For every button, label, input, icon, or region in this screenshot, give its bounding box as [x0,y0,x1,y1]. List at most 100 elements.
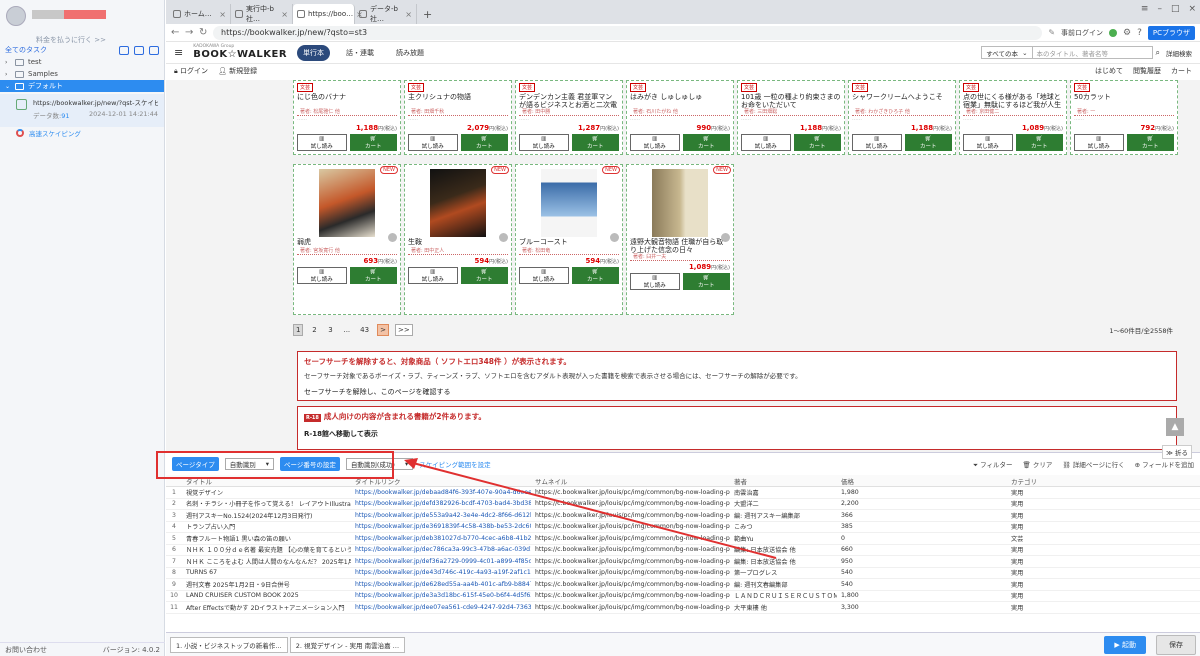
table-cell[interactable]: https://bookwalker.jp/dec786ca3a-99c3-47… [351,546,531,553]
product-card[interactable]: 文芸 にじ色のバナナ 著者: 松尾雅仁 他…… 1,188円(税込) ▥ 試し読み 🛒︎ カー… [293,80,401,155]
last-page-button[interactable]: >> [394,324,413,336]
product-card[interactable]: 文芸デンデンカン主義 君並軍マンが語るビジネスとお酒と二次電池著者: 田中勝……… [515,80,623,155]
product-card[interactable]: 文芸 はみがき しゅしゅしゅ 著者: 石川たがね 他…… 990円(税込) ▥ 試し読み 🛒… [626,80,734,155]
avatar[interactable] [6,6,26,26]
try-read-button[interactable]: ▥ 試し読み [630,134,680,151]
cart-button[interactable]: 🛒︎ カート [460,134,508,151]
product-card[interactable]: NEW ブルーコースト 著者: 松田竜 594円(税込) ▥ 試し読み 🛒︎ カート [515,164,623,315]
login-link[interactable]: 🔒︎ ログイン [174,66,208,76]
import-icon[interactable] [134,45,144,55]
table-cell[interactable]: https://bookwalker.jp/debaad84f6-393f-40… [351,489,531,496]
r18-link[interactable]: R-18館へ移動して表示 [304,429,1170,439]
try-read-button[interactable]: ▥ 試し読み [519,134,569,151]
table-row[interactable]: 2 名刺・チラシ・小冊子を作って覚える！ レイアウトIllustrator… htt… [166,499,1200,510]
cart-button[interactable]: 🛒︎ カート [793,134,841,151]
table-cell[interactable]: https://bookwalker.jp/deb381027d-b770-4c… [351,535,531,542]
book-cover[interactable] [430,169,486,237]
check-icon[interactable] [499,233,508,242]
product-card[interactable]: 文芸 50カラット 著者: 一…… 792円(税込) ▥ 試し読み 🛒︎ カート [1070,80,1178,155]
cart-link[interactable]: カート [1171,66,1192,76]
try-read-button[interactable]: ▥ 試し読み [297,134,347,151]
table-cell[interactable]: https://bookwalker.jp/de3691839f-4c58-43… [351,523,531,530]
cart-button[interactable]: 🛒︎ カート [460,267,508,284]
nav-unlimited[interactable]: 読み放題 [390,45,430,61]
table-row[interactable]: 3 週刊アスキーNo.1524(2024年12月3日発行) https://book… [166,510,1200,522]
new-task-icon[interactable] [119,45,129,55]
table-cell[interactable]: https://bookwalker.jp/de628ed55a-aa4b-40… [351,581,531,588]
contact-link[interactable]: お問い合わせ [5,645,47,655]
bottom-tab-1[interactable]: 1. 小説・ビジネストップの新着作… [170,636,288,653]
table-row[interactable]: 10 LAND CRUISER CUSTOM BOOK 2025 https://b… [166,591,1200,602]
scroll-top-button[interactable]: ▲ [1166,418,1184,436]
table-row[interactable]: 8 TURNS 67 https://bookwalker.jp/de43d746c… [166,568,1200,579]
history-link[interactable]: 閲覧履歴 [1133,66,1161,76]
col-author[interactable]: 著者 [730,476,837,486]
bookwalker-logo[interactable]: KADOKAWA Group BOOK☆WALKER [193,45,287,60]
table-row[interactable]: 7ＮＨＫ こころをよむ 人間は人間のなんなんだ？ 2025年1月－3月https… [166,556,1200,568]
table-cell[interactable]: https://bookwalker.jp/de43d746c-419c-4a9… [351,569,531,576]
table-row[interactable]: 9 週刊文春 2025年1月2日・9日合併号 https://bookwalker.… [166,579,1200,591]
hamburger-icon[interactable]: ≡ [174,46,183,59]
page-1[interactable]: 1 [293,324,304,336]
product-card[interactable]: NEW 生鞍 著者: 田中正人 594円(税込) ▥ 試し読み 🛒︎ カート [404,164,512,315]
scope-link[interactable]: スケイピング範囲を設定 [419,459,490,469]
edit-icon[interactable]: ✎ [1048,28,1055,37]
pay-link[interactable]: 料金を払うに行く >> [36,35,106,45]
product-card[interactable]: NEW 弱虎 著者: 宮坂寛行 他 693円(税込) ▥ 試し読み 🛒︎ カート [293,164,401,315]
col-price[interactable]: 価格 [837,476,1007,486]
table-cell[interactable]: https://bookwalker.jp/defd382926-bcdf-47… [351,500,531,507]
try-read-button[interactable]: ▥ 試し読み [408,267,458,284]
settings-icon[interactable]: ⚙ [1123,28,1131,38]
try-read-button[interactable]: ▥ 試し読み [630,273,680,290]
table-cell[interactable]: https://bookwalker.jp/de3a3d18bc-615f-45… [351,592,531,599]
close-icon[interactable]: × [405,10,412,19]
table-row[interactable]: 11 After Effectsで動かす 2Dイラスト+アニメーション入門 http… [166,602,1200,614]
try-read-button[interactable]: ▥ 試し読み [963,134,1013,151]
tab-bookwalker[interactable]: https://boo… × [293,4,363,24]
table-cell[interactable]: https://bookwalker.jp/def36a2729-0999-4c… [351,558,531,565]
bottom-tab-2[interactable]: 2. 視覚デザイン - 実用 南雲治嘉 … [289,636,406,653]
search-icon[interactable]: ⌕ [1156,48,1160,58]
book-cover[interactable] [541,169,597,237]
table-cell[interactable]: https://bookwalker.jp/dee07ea561-cde9-42… [351,604,531,611]
help-icon[interactable]: ? [1137,28,1142,38]
try-read-button[interactable]: ▥ 試し読み [741,134,791,151]
tab-data[interactable]: データ-b社… × [355,4,417,24]
minimize-icon[interactable]: – [1157,4,1162,14]
cart-button[interactable]: 🛒︎ カート [1015,134,1063,151]
cart-button[interactable]: 🛒︎ カート [349,134,397,151]
col-thumbnail[interactable]: サムネイル [531,476,730,486]
close-icon[interactable]: × [281,10,288,19]
tab-home[interactable]: ホーム… × [169,4,231,24]
back-icon[interactable]: ← [171,27,179,38]
maximize-icon[interactable]: □ [1171,4,1180,14]
cart-button[interactable]: 🛒︎ カート [1126,134,1174,151]
new-folder-icon[interactable] [149,45,159,55]
detail-page-button[interactable]: ⛓︎ 詳細ページに行く [1062,459,1124,470]
filter-button[interactable]: ⏷ フィルター [973,459,1013,470]
pre-login-button[interactable]: 事前ログイン [1061,28,1103,38]
cart-button[interactable]: 🛒︎ カート [682,273,730,290]
add-field-button[interactable]: ⊕ フィールドを追加 [1135,459,1194,470]
page-43[interactable]: 43 [358,325,371,335]
all-tasks-label[interactable]: 全てのタスク [5,45,47,55]
reload-icon[interactable]: ↻ [199,27,207,38]
pc-browser-button[interactable]: PCブラウザ [1147,25,1195,40]
col-category[interactable]: カテゴリ [1007,476,1177,486]
book-cover[interactable] [319,169,375,237]
cart-button[interactable]: 🛒︎ カート [904,134,952,151]
product-card[interactable]: 文芸点の世にくる様がある「地球と宿業」無駄にするほど我が人生(みち)を!著者: … [959,80,1067,155]
register-link[interactable]: 👤︎ 新規登録 [218,66,257,76]
category-select[interactable]: すべての本 ⌄ [981,46,1033,59]
menu-icon[interactable]: ≡ [1141,4,1149,14]
search-input[interactable]: 本のタイトル、著者名等 [1032,46,1153,59]
folder-test[interactable]: › test [0,56,164,68]
try-read-button[interactable]: ▥ 試し読み [297,267,347,284]
advanced-search-link[interactable]: 詳細検索 [1166,48,1192,58]
table-row[interactable]: 4 トランプ占い入門 https://bookwalker.jp/de3691839… [166,522,1200,533]
table-row[interactable]: 1 視覚デザイン https://bookwalker.jp/debaad84f6-… [166,487,1200,499]
try-read-button[interactable]: ▥ 試し読み [1074,134,1124,151]
check-icon[interactable] [721,233,730,242]
folder-samples[interactable]: › Samples [0,68,164,80]
cart-button[interactable]: 🛒︎ カート [349,267,397,284]
